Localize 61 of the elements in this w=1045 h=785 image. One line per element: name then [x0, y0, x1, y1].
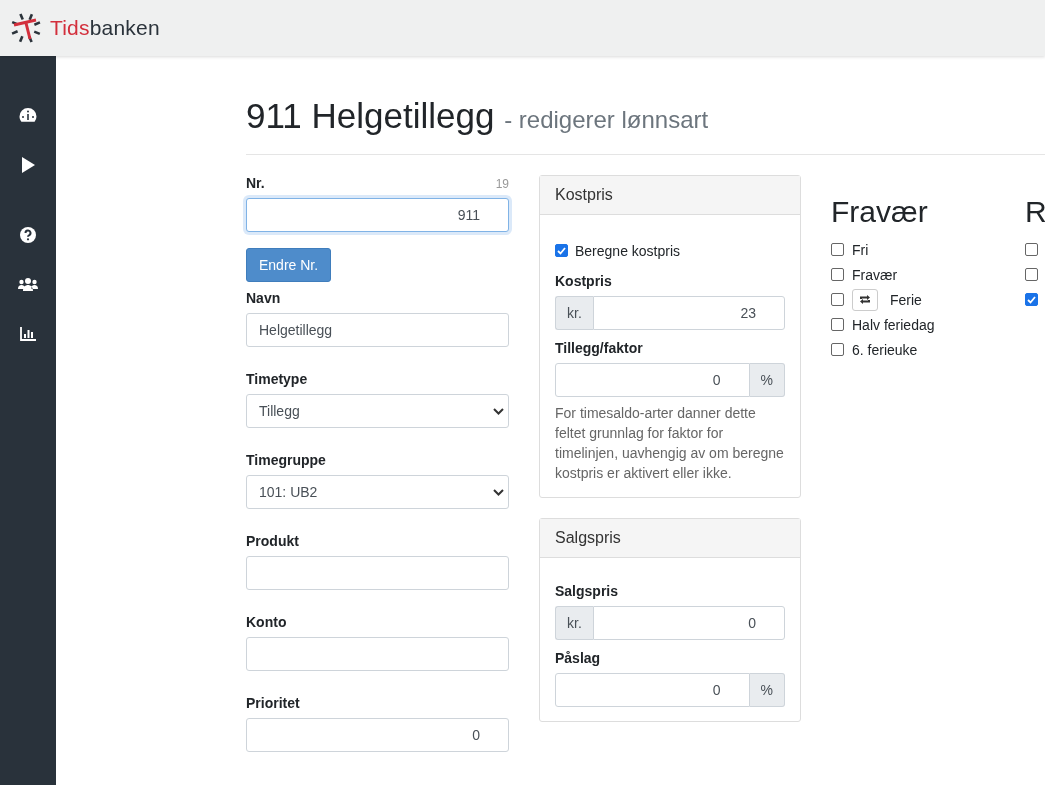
swap-button[interactable]: [852, 288, 878, 311]
field-label: Tillegg/faktor: [555, 340, 643, 356]
field-label: Nr.: [246, 175, 265, 191]
currency-addon: kr.: [555, 296, 593, 330]
checkbox[interactable]: [831, 268, 844, 281]
chevron-down-icon: [493, 407, 504, 415]
select-field[interactable]: 101: UB2: [246, 475, 509, 509]
speedometer-icon[interactable]: [19, 107, 37, 123]
checkbox[interactable]: [831, 243, 844, 256]
checkbox[interactable]: [1025, 293, 1038, 306]
page-subtitle: - redigerer lønnsart: [504, 106, 709, 133]
checkbox[interactable]: [1025, 243, 1038, 256]
character-counter: 19: [495, 177, 509, 191]
page-title: 911 Helgetillegg: [246, 96, 495, 135]
change-number-button[interactable]: Endre Nr.: [246, 248, 332, 282]
checkbox-label: Ferie: [890, 291, 922, 308]
field-label: Salgspris: [555, 583, 619, 599]
input-field[interactable]: 23: [592, 296, 785, 330]
input-field[interactable]: [246, 556, 509, 590]
checkbox[interactable]: [831, 343, 844, 356]
chevron-down-icon: [493, 488, 504, 496]
play-icon[interactable]: [21, 157, 35, 173]
input-field[interactable]: 0: [555, 363, 750, 397]
logo-text[interactable]: Tidsbanken: [50, 16, 160, 40]
clock-logo-icon: [10, 12, 42, 44]
input-field[interactable]: 0: [246, 718, 509, 752]
field-label: Timetype: [246, 371, 308, 387]
checkbox-label: Beregne kostpris: [575, 242, 681, 259]
percent-addon: %: [749, 673, 785, 707]
input-field[interactable]: Helgetillegg: [246, 313, 509, 347]
input-field[interactable]: 0: [555, 673, 750, 707]
help-icon[interactable]: [20, 227, 36, 243]
field-label: Prioritet: [246, 695, 300, 711]
help-text: For timesaldo-arter danner dette feltet grunnlag for faktor for timelinjen, uavhengig av om beregne kostpris er aktivert eller ikke.: [555, 404, 785, 483]
input-field[interactable]: 911: [246, 198, 509, 232]
checkbox[interactable]: [831, 293, 844, 306]
checkbox-label: 6. ferieuke: [852, 341, 918, 358]
field-label: Påslag: [555, 650, 601, 666]
field-label: Timegruppe: [246, 452, 326, 468]
field-label: Kostpris: [555, 273, 612, 289]
checkbox-label: Halv feriedag: [852, 316, 935, 333]
checkbox-label: Fravær: [852, 266, 898, 283]
checkbox[interactable]: [1025, 268, 1038, 281]
checkbox-label: Fri: [852, 241, 869, 258]
section-heading: R: [1025, 195, 1045, 229]
input-field[interactable]: 0: [592, 606, 785, 640]
input-field[interactable]: [246, 637, 509, 671]
checkbox[interactable]: [555, 244, 568, 257]
percent-addon: %: [749, 363, 785, 397]
currency-addon: kr.: [555, 606, 593, 640]
swap-icon: [859, 295, 871, 304]
panel-header: Salgspris: [540, 519, 800, 558]
select-field[interactable]: Tillegg: [246, 394, 509, 428]
checkbox[interactable]: [831, 318, 844, 331]
field-label: Produkt: [246, 533, 299, 549]
bar-chart-icon[interactable]: [20, 327, 36, 341]
field-label: Navn: [246, 290, 281, 306]
field-label: Konto: [246, 614, 287, 630]
panel-header: Kostpris: [540, 176, 800, 215]
users-icon[interactable]: [18, 277, 38, 291]
section-heading: Fravær: [831, 195, 928, 229]
